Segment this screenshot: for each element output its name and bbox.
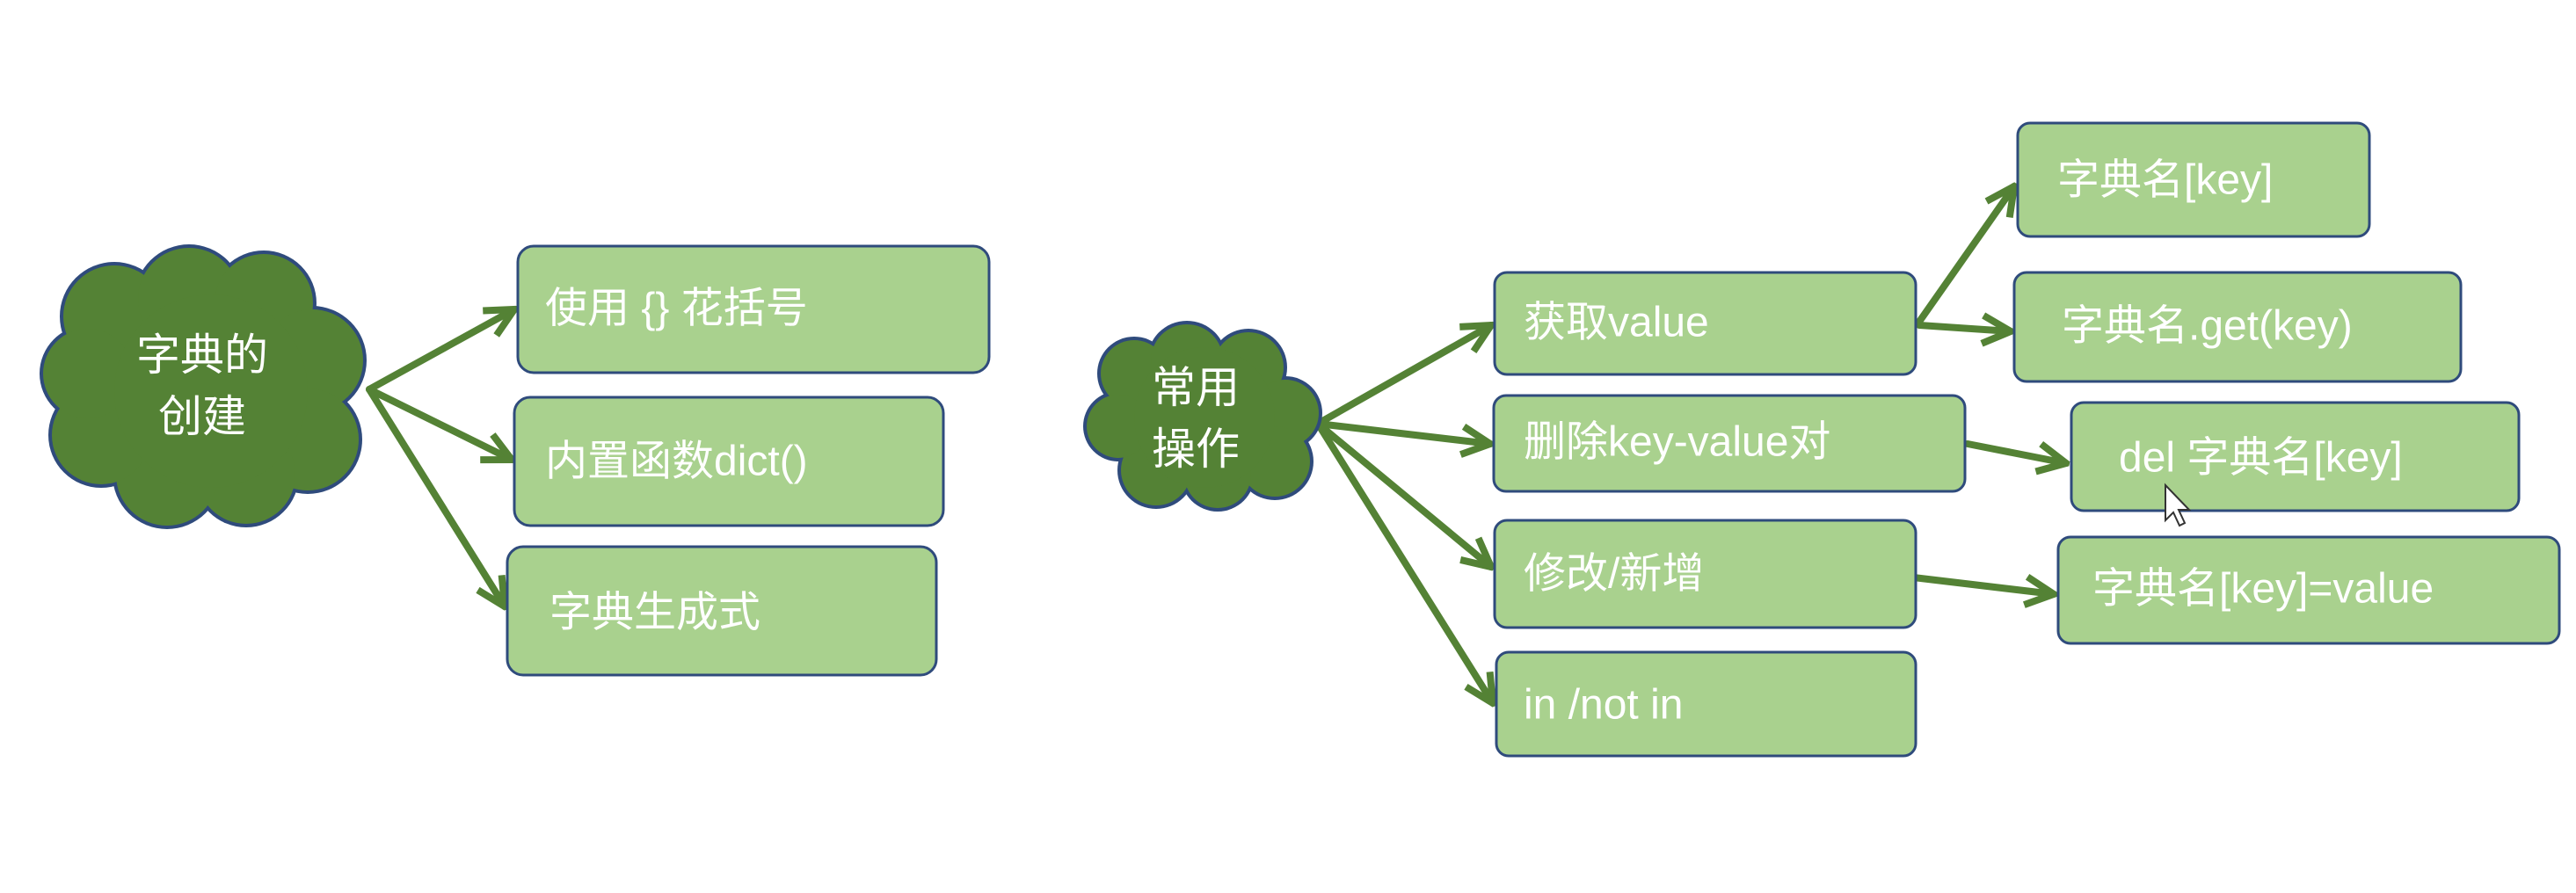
node-comprehension-label: 字典生成式	[549, 590, 760, 636]
creation-root-line1: 字典的	[136, 330, 268, 380]
creation-root-line2: 创建	[158, 392, 246, 441]
node-get-method: 字典名.get(key)	[2012, 271, 2463, 383]
arrow-to-bracket-get	[1916, 186, 2014, 325]
node-modify: 修改/新增	[1493, 519, 1917, 629]
node-modify-label: 修改/新增	[1524, 551, 1704, 598]
node-membership-label: in /not in	[1524, 682, 1683, 729]
creation-root-cloud: 字典的 创建	[40, 244, 367, 529]
operations-root-line1: 常用	[1152, 363, 1240, 412]
node-bracket-access-label: 字典名[key]	[2057, 157, 2273, 204]
operations-root-line2: 操作	[1152, 425, 1240, 474]
node-braces: 使用 {} 花括号	[516, 244, 991, 374]
node-get-method-label: 字典名.get(key)	[2062, 303, 2353, 350]
node-delete-label: 删除key-value对	[1524, 419, 1830, 466]
arrow-to-get	[1314, 325, 1491, 427]
arrow-to-get-method	[1916, 325, 2011, 331]
arrow-to-del-syntax	[1964, 440, 2066, 463]
node-get-value: 获取value	[1493, 271, 1917, 376]
node-comprehension: 字典生成式	[506, 545, 938, 677]
node-braces-label: 使用 {} 花括号	[545, 286, 808, 332]
node-modify-syntax: 字典名[key]=value	[2056, 535, 2561, 645]
node-del-syntax: del 字典名[key]	[2070, 401, 2521, 512]
arrow-to-in	[1314, 420, 1493, 703]
node-modify-syntax-label: 字典名[key]=value	[2092, 566, 2434, 613]
node-del-syntax-label: del 字典名[key]	[2119, 435, 2403, 482]
node-get-value-label: 获取value	[1524, 300, 1709, 346]
operations-root-cloud: 常用 操作	[1083, 321, 1322, 512]
node-delete: 删除key-value对	[1492, 394, 1967, 493]
arrow-to-braces	[366, 309, 514, 393]
arrow-to-modify-syntax	[1903, 573, 2054, 594]
node-dict-func: 内置函数dict()	[513, 396, 945, 527]
creation-arrows	[366, 309, 514, 606]
node-dict-func-label: 内置函数dict()	[545, 439, 808, 485]
arrow-to-modify	[1314, 420, 1491, 567]
node-membership: in /not in	[1495, 650, 1917, 758]
mindmap-canvas: 字典的 创建 使用 {} 花括号 内置函数dict() 字典生成式 常用 操作 …	[40, 121, 2561, 758]
node-bracket-access: 字典名[key]	[2016, 121, 2371, 238]
